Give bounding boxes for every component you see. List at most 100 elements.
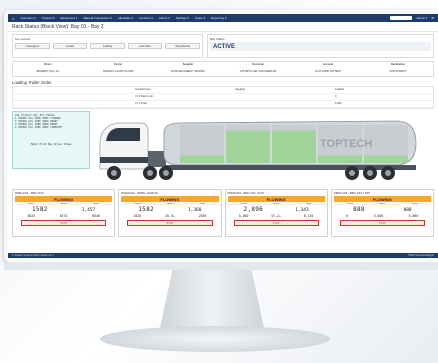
loading-button[interactable]: Loading bbox=[90, 43, 125, 49]
gear-icon[interactable]: ⚙ bbox=[431, 16, 434, 20]
tanker-truck-svg: TOPTECH bbox=[99, 120, 417, 180]
list-cell: PROD bbox=[42, 126, 49, 129]
meter-reading-secondary: 1,360 bbox=[187, 208, 202, 213]
meter-reading: 888 bbox=[353, 206, 365, 213]
meter-reading: 1582 bbox=[32, 206, 48, 213]
list-cell: COMPLETE bbox=[50, 126, 62, 129]
table-cell: 0 bbox=[333, 94, 433, 101]
stop-button[interactable]: STOP bbox=[21, 220, 107, 226]
meter-sub-value: 8774 bbox=[59, 214, 68, 218]
info-value: ACCT-20398-TOPTECH bbox=[315, 69, 341, 73]
tanker-tank: TOPTECH bbox=[163, 120, 417, 166]
meter-sub-value: 1020 bbox=[133, 214, 141, 218]
nav-item[interactable]: Reporting ▾ bbox=[211, 16, 226, 20]
table-cell bbox=[233, 94, 333, 101]
stop-button[interactable]: STOP bbox=[233, 220, 319, 226]
table-cell: Cl: 0 Start Limit bbox=[133, 94, 233, 101]
table-cell bbox=[13, 87, 133, 94]
meter-col-label: Temp bbox=[199, 203, 205, 205]
footer-copyright: © Toptech Systems 2019 | Version 10.1 bbox=[12, 254, 54, 257]
nav-item[interactable]: Admin ▾ bbox=[159, 16, 170, 20]
meter-col-label: Temp bbox=[412, 203, 418, 205]
info-header: Carrier bbox=[113, 63, 123, 66]
meter-sub-value: 5.005 bbox=[373, 214, 384, 218]
tank-compartment-fill bbox=[364, 155, 408, 163]
nav-item[interactable]: Equipment ▾ bbox=[61, 16, 78, 20]
nav-item[interactable]: Settings ▾ bbox=[176, 16, 189, 20]
meter-sub-value: 8540 bbox=[92, 214, 100, 218]
table-cell: 5,000 bbox=[333, 101, 433, 108]
loading-table: Compartment Capacity Loaded Cl: 0 Start … bbox=[12, 86, 434, 109]
list-item[interactable]: 4 DIESEL ULS 1000 PROD COMPLETE bbox=[15, 126, 87, 129]
table-cell: Loaded bbox=[333, 87, 433, 94]
meter-reading-secondary: 1,457 bbox=[81, 208, 96, 213]
nav-item[interactable]: Product ▾ bbox=[42, 16, 55, 20]
monitor-stand-neck bbox=[160, 270, 264, 328]
info-header: Customer bbox=[251, 63, 265, 66]
meter-sub-value: 6,880 bbox=[408, 214, 419, 218]
trailer-view: Cmp Product Qty Prd Status 1 DIESEL ULS … bbox=[12, 111, 434, 187]
table-cell bbox=[13, 94, 133, 101]
table-cell: Capacity bbox=[233, 87, 333, 94]
table-cell: Compartment bbox=[133, 87, 233, 94]
tank-compartment-fill bbox=[318, 155, 362, 163]
trailer-chassis bbox=[164, 165, 416, 170]
locked-button[interactable]: Locked bbox=[52, 43, 88, 49]
info-value: SUPPLIER ENERGY TRADING bbox=[171, 69, 205, 73]
truck-cab bbox=[99, 122, 166, 170]
search-input[interactable] bbox=[390, 16, 413, 20]
bay-status-label: Bay Status bbox=[210, 37, 225, 41]
tank-compartment-fill bbox=[180, 155, 224, 163]
meter-col-label: Preset bbox=[240, 203, 247, 205]
meter-reading-secondary: 1,343 bbox=[295, 208, 309, 213]
list-cell: 1000 bbox=[34, 126, 41, 129]
tank-compartment-fill bbox=[272, 130, 316, 163]
home-icon[interactable]: ⌂ bbox=[12, 16, 14, 21]
monitor: ⌂ Operation ▾ Product ▾ Equipment ▾ Manu… bbox=[0, 0, 438, 363]
meter-card: PM01C03 - BRC P11 / P15 FLOWING Preset Gr… bbox=[224, 189, 328, 237]
meter-sub-value: 8,140 bbox=[303, 214, 314, 218]
info-header: Destination bbox=[390, 63, 406, 66]
status-badge: FLOWING bbox=[333, 196, 431, 202]
nav-item[interactable]: Operation ▾ bbox=[20, 16, 36, 20]
top-navbar: ⌂ Operation ▾ Product ▾ Equipment ▾ Manu… bbox=[8, 14, 438, 22]
user-menu[interactable]: Admin ▾ bbox=[416, 16, 427, 20]
nav-item[interactable]: Contract ▾ bbox=[139, 16, 153, 20]
meter-sub-value: 3025 bbox=[27, 214, 36, 218]
meter-col-label: Gross bbox=[60, 203, 67, 205]
meter-col-label: Preset bbox=[346, 203, 354, 205]
page-title: Rack Status (Block View): Bay 01 - Bay 2 bbox=[8, 22, 438, 32]
key-actions-label: Key Actions bbox=[15, 37, 31, 41]
info-header: Supplier bbox=[182, 63, 194, 66]
status-badge: ACTIVE bbox=[210, 42, 431, 51]
compartment-list: Cmp Product Qty Prd Status 1 DIESEL ULS … bbox=[12, 111, 90, 169]
tank-compartment-fill bbox=[226, 130, 270, 163]
status-badge: FLOWING bbox=[227, 196, 325, 202]
stop-manual-button[interactable]: Stop Manual bbox=[165, 43, 200, 49]
actions-row: Key Actions Unassigned Locked Loading Au… bbox=[8, 32, 438, 60]
meter-reading: 1582 bbox=[138, 206, 154, 213]
nav-item[interactable]: Allocation ▾ bbox=[118, 16, 133, 20]
meter-col-label: Temp bbox=[93, 203, 99, 205]
status-badge: FLOWING bbox=[15, 196, 113, 202]
loading-section-title: Loading Trailer Order bbox=[12, 80, 52, 85]
unassigned-button[interactable]: Unassigned bbox=[15, 43, 50, 49]
compartment-footer: Meter Print Bay Driver Shows bbox=[30, 143, 72, 146]
list-cell: DIESEL ULS bbox=[18, 126, 33, 129]
stop-button[interactable]: STOP bbox=[127, 220, 213, 226]
info-value: TRANSPO LOGISTICS GRP bbox=[102, 69, 134, 73]
nav-item[interactable]: Manual Transaction ▾ bbox=[83, 16, 112, 20]
table-cell bbox=[233, 101, 333, 108]
meter-sub-value: 57.2+ bbox=[271, 214, 281, 218]
meter-sub-value: 5,002 bbox=[238, 214, 249, 218]
table-cell: Cl: 0 Total bbox=[133, 101, 233, 108]
auto-start-button[interactable]: Auto Start bbox=[127, 43, 163, 49]
meter-card: PM01C01 - BRC P10 FLOWING Preset Gross Tem… bbox=[12, 189, 116, 237]
monitor-chin bbox=[4, 262, 438, 270]
meter-card: PM01C04 - BRC P10 / P15 FLOWING Preset Gr… bbox=[330, 189, 434, 237]
status-badge: FLOWING bbox=[121, 196, 219, 202]
stop-button[interactable]: STOP bbox=[339, 220, 425, 226]
nav-item[interactable]: Users ▾ bbox=[195, 16, 205, 20]
toptech-logo: TOPTECH bbox=[320, 138, 372, 150]
meter-panels: PM01C01 - BRC P10 FLOWING Preset Gross Tem… bbox=[12, 189, 434, 237]
